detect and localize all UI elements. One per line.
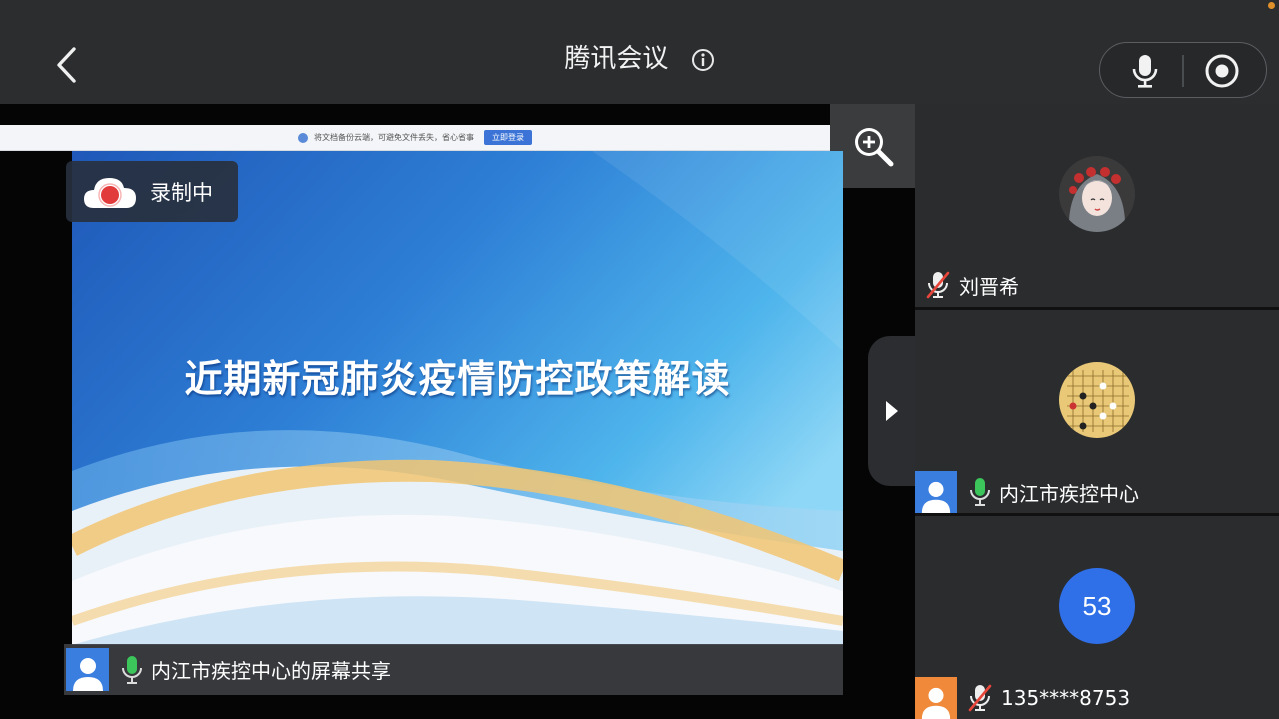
participant-tile[interactable]: 内江市疾控中心 bbox=[915, 310, 1279, 513]
browser-notice-bar: 将文档备份云端，可避免文件丢失，省心省事 立即登录 bbox=[0, 125, 830, 151]
mic-on-icon bbox=[122, 655, 142, 684]
participant-name-row: 刘晋希 bbox=[915, 263, 1279, 307]
participant-number-avatar: 53 bbox=[1059, 568, 1135, 644]
participant-name: 内江市疾控中心 bbox=[999, 481, 1139, 506]
mic-muted-icon bbox=[968, 684, 992, 712]
go-board-avatar bbox=[1059, 362, 1135, 438]
participant-avatar bbox=[1059, 362, 1135, 438]
camera-toggle-icon[interactable] bbox=[1204, 53, 1240, 89]
screen-share-label: 内江市疾控中心的屏幕共享 bbox=[151, 659, 391, 683]
mic-muted-icon bbox=[926, 271, 950, 299]
info-dot-icon bbox=[298, 132, 308, 143]
participant-square-avatar bbox=[915, 471, 957, 513]
person-icon bbox=[921, 687, 951, 719]
participant-tile[interactable]: 刘晋希 bbox=[915, 104, 1279, 307]
participant-square-avatar bbox=[915, 677, 957, 719]
participants-panel: 刘晋希 内江市疾控中心 53 135****8753 bbox=[915, 104, 1279, 719]
recording-badge[interactable]: 录制中 bbox=[66, 161, 238, 222]
screen-share-caption: 内江市疾控中心的屏幕共享 bbox=[64, 644, 843, 695]
browser-notice-text: 将文档备份云端，可避免文件丢失，省心省事 bbox=[314, 133, 474, 142]
app-title: 腾讯会议 bbox=[564, 44, 669, 74]
participant-name-row: 内江市疾控中心 bbox=[915, 471, 1279, 513]
status-dot bbox=[1268, 2, 1275, 9]
info-icon[interactable] bbox=[691, 48, 715, 72]
recording-label: 录制中 bbox=[150, 180, 213, 205]
shared-screen-area: 将文档备份云端，可避免文件丢失，省心省事 立即登录 近期新冠肺炎疫情防控政策解读… bbox=[0, 104, 915, 719]
participant-name: 135****8753 bbox=[1001, 686, 1131, 710]
zoom-in-icon bbox=[854, 128, 893, 167]
person-icon bbox=[921, 481, 951, 513]
participant-name-row: 135****8753 bbox=[915, 677, 1279, 719]
person-icon bbox=[72, 658, 103, 691]
presentation-slide: 近期新冠肺炎疫情防控政策解读 bbox=[72, 151, 843, 645]
audio-camera-controls bbox=[1099, 42, 1267, 98]
participant-tile[interactable]: 53 135****8753 bbox=[915, 516, 1279, 719]
mic-on-icon bbox=[970, 478, 990, 506]
avatar-illustration bbox=[1059, 156, 1135, 232]
top-bar: 腾讯会议 bbox=[0, 0, 1279, 104]
microphone-icon[interactable] bbox=[1128, 53, 1162, 89]
participant-avatar bbox=[1059, 156, 1135, 232]
meeting-title-wrap: 腾讯会议 bbox=[0, 38, 1279, 75]
browser-login-button[interactable]: 立即登录 bbox=[484, 130, 532, 145]
recording-cloud-icon bbox=[84, 177, 136, 208]
controls-divider bbox=[1182, 55, 1184, 87]
slide-title: 近期新冠肺炎疫情防控政策解读 bbox=[184, 356, 731, 401]
participant-name: 刘晋希 bbox=[959, 274, 1019, 299]
sharer-avatar bbox=[66, 648, 109, 691]
panel-toggle-button[interactable] bbox=[868, 336, 915, 486]
triangle-right-icon bbox=[885, 401, 898, 421]
